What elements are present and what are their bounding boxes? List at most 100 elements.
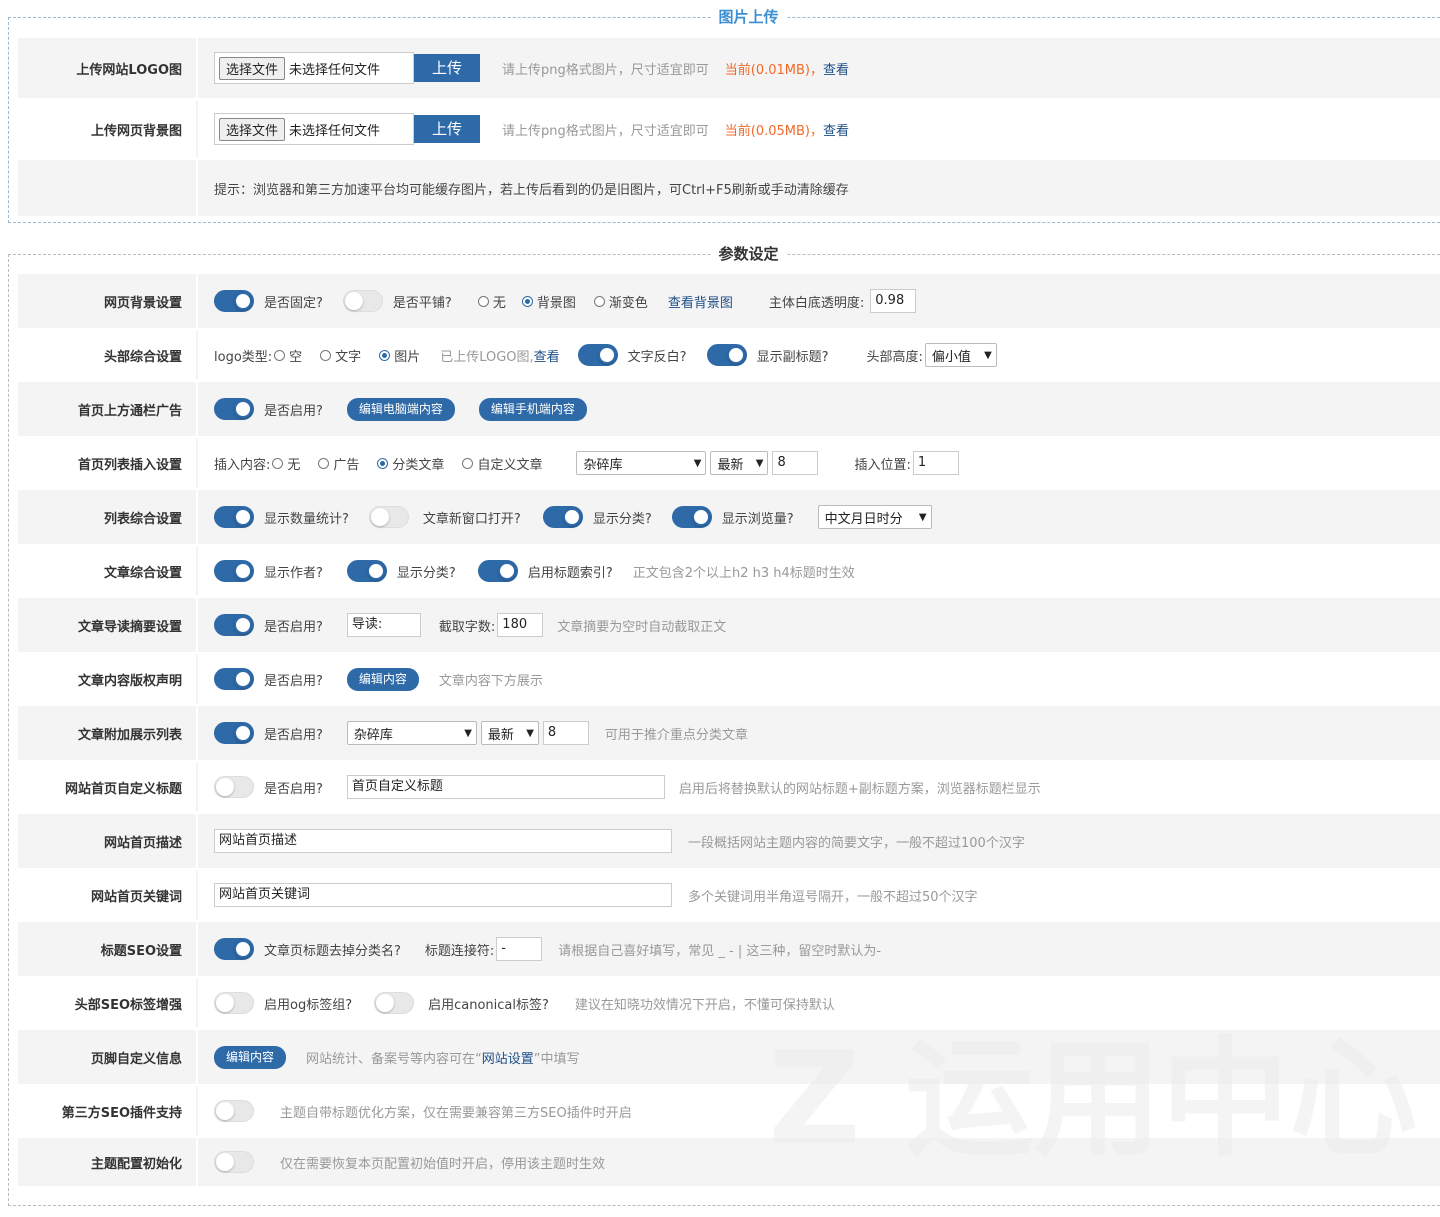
upload-table: 上传网站LOGO图 选择文件 未选择任何文件 上传 请上传png格式图片，尺寸适宜… — [18, 38, 1440, 218]
bg-view-link[interactable]: 查看 — [823, 120, 849, 139]
home-desc-input[interactable]: 网站首页描述 — [214, 829, 672, 853]
radio-insert-custom[interactable]: 自定义文章 — [462, 454, 542, 473]
enable-label: 是否启用? — [264, 673, 323, 689]
row-label: 网页背景设置 — [18, 274, 198, 328]
no-file-text: 未选择任何文件 — [289, 123, 381, 139]
enable-label: 是否启用? — [264, 619, 323, 635]
tile-toggle[interactable] — [342, 290, 383, 312]
radio-insert-category[interactable]: 分类文章 — [377, 454, 444, 473]
home-title-toggle[interactable] — [214, 776, 254, 798]
row-label: 头部SEO标签增强 — [18, 978, 198, 1028]
upload-bg-row: 上传网页背景图 选择文件 未选择任何文件 上传 请上传png格式图片，尺寸适宜即可… — [18, 100, 1440, 160]
row-reset: 主题配置初始化 仅在需要恢复本页配置初始值时开启，停用该主题时生效 — [18, 1138, 1440, 1188]
logo-file-input[interactable]: 选择文件 未选择任何文件 — [214, 52, 414, 84]
row-label: 列表综合设置 — [18, 490, 198, 544]
home-keywords-hint: 多个关键词用半角逗号隔开，一般不超过50个汉字 — [688, 889, 978, 905]
header-height-select[interactable]: 偏小值 ▼ — [924, 343, 997, 367]
home-desc-hint: 一段概括网站主题内容的简要文字，一般不超过100个汉字 — [688, 835, 1025, 851]
author-toggle[interactable] — [214, 560, 254, 582]
list-cat-label: 显示分类? — [592, 511, 652, 527]
extra-hint: 可用于推介重点分类文章 — [604, 727, 748, 743]
home-keywords-input[interactable]: 网站首页关键词 — [214, 883, 672, 907]
subtitle-toggle[interactable] — [706, 344, 747, 366]
copyright-toggle[interactable] — [214, 668, 254, 690]
og-label: 启用og标签组? — [264, 997, 353, 1013]
opacity-input[interactable]: 0.98 — [870, 289, 917, 313]
separator-input[interactable]: - — [496, 937, 543, 961]
toc-label: 启用标题索引? — [527, 565, 613, 581]
copyright-hint: 文章内容下方展示 — [438, 673, 543, 689]
subtitle-label: 显示副标题? — [756, 349, 829, 365]
article-cat-toggle[interactable] — [346, 560, 387, 582]
home-title-input[interactable]: 首页自定义标题 — [346, 775, 665, 799]
enable-label: 是否启用? — [264, 403, 323, 419]
list-cat-toggle[interactable] — [542, 506, 583, 528]
radio-insert-none[interactable]: 无 — [272, 454, 300, 473]
row-label: 首页上方通栏广告 — [18, 382, 198, 436]
top-ad-toggle[interactable] — [214, 398, 254, 420]
radio-insert-ad[interactable]: 广告 — [318, 454, 359, 473]
row-label: 第三方SEO插件支持 — [18, 1086, 198, 1136]
fixed-toggle[interactable] — [214, 290, 254, 312]
bg-file-input[interactable]: 选择文件 未选择任何文件 — [214, 113, 414, 145]
logo-upload-button[interactable]: 上传 — [414, 54, 480, 82]
edit-footer-button[interactable]: 编辑内容 — [214, 1045, 287, 1069]
summary-toggle[interactable] — [214, 614, 254, 636]
view-bg-link[interactable]: 查看背景图 — [668, 292, 733, 311]
footer-hint-end: ”中填写 — [533, 1051, 580, 1067]
row-list-settings: 列表综合设置 显示数量统计? 文章新窗口打开? 显示分类? 显示浏览量? 中文月… — [18, 490, 1440, 546]
strip-cat-toggle[interactable] — [214, 938, 254, 960]
radio-logo-image[interactable]: 图片 — [379, 346, 420, 365]
extra-order-select[interactable]: 最新 ▼ — [480, 721, 539, 745]
insert-pos-input[interactable]: 1 — [912, 451, 959, 475]
views-toggle[interactable] — [671, 506, 712, 528]
reset-toggle[interactable] — [214, 1151, 254, 1173]
invert-toggle[interactable] — [577, 344, 618, 366]
edit-pc-button[interactable]: 编辑电脑端内容 — [346, 397, 455, 421]
home-title-hint: 启用后将替换默认的网站标题+副标题方案，浏览器标题栏显示 — [678, 781, 1041, 797]
insert-order-select[interactable]: 最新 ▼ — [710, 451, 769, 475]
row-article-settings: 文章综合设置 显示作者? 显示分类? 启用标题索引? 正文包含2个以上h2 h3… — [18, 546, 1440, 598]
invert-label: 文字反白? — [627, 349, 687, 365]
og-toggle[interactable] — [214, 992, 254, 1014]
strip-cat-label: 文章页标题去掉分类名? — [264, 943, 401, 959]
stats-label: 显示数量统计? — [264, 511, 349, 527]
radio-none[interactable]: 无 — [477, 292, 506, 311]
date-format-select[interactable]: 中文月日时分 ▼ — [817, 505, 932, 529]
row-footer-info: 页脚自定义信息 编辑内容 网站统计、备案号等内容可在“ 网站设置 ”中填写 — [18, 1030, 1440, 1086]
insert-category-select[interactable]: 杂碎库 ▼ — [576, 451, 707, 475]
radio-bg-image[interactable]: 背景图 — [521, 292, 576, 311]
radio-logo-text[interactable]: 文字 — [320, 346, 361, 365]
choose-file-button[interactable]: 选择文件 — [219, 56, 286, 80]
stats-toggle[interactable] — [214, 506, 254, 528]
params-fieldset: 参数设定 网页背景设置 是否固定? 是否平铺? 无 背景图 渐变色 查看背景图 … — [8, 244, 1440, 1206]
row-copyright: 文章内容版权声明 是否启用? 编辑内容 文章内容下方展示 — [18, 654, 1440, 706]
view-logo-link[interactable]: 查看 — [534, 346, 560, 365]
row-label: 页脚自定义信息 — [18, 1030, 198, 1084]
row-title-seo: 标题SEO设置 文章页标题去掉分类名? 标题连接符: - 请根据自己喜好填写，常… — [18, 922, 1440, 978]
seo-plugin-toggle[interactable] — [214, 1100, 254, 1122]
radio-gradient[interactable]: 渐变色 — [593, 292, 648, 311]
length-input[interactable]: 180 — [497, 613, 544, 637]
bg-upload-button[interactable]: 上传 — [414, 115, 480, 143]
edit-copyright-button[interactable]: 编辑内容 — [346, 667, 419, 691]
edit-mobile-button[interactable]: 编辑手机端内容 — [478, 397, 587, 421]
canonical-toggle[interactable] — [374, 992, 415, 1014]
lead-input[interactable]: 导读: — [346, 613, 421, 637]
tile-label: 是否平铺? — [392, 295, 452, 311]
extra-category-select[interactable]: 杂碎库 ▼ — [346, 721, 477, 745]
extra-list-toggle[interactable] — [214, 722, 254, 744]
row-label: 网站首页描述 — [18, 814, 198, 868]
new-window-toggle[interactable] — [368, 506, 409, 528]
row-label: 上传网站LOGO图 — [18, 38, 198, 98]
row-label: 主题配置初始化 — [18, 1138, 198, 1186]
radio-logo-empty[interactable]: 空 — [274, 346, 302, 365]
choose-file-button[interactable]: 选择文件 — [219, 117, 286, 141]
site-settings-link[interactable]: 网站设置 — [482, 1048, 534, 1067]
toc-toggle[interactable] — [477, 560, 518, 582]
extra-count-input[interactable]: 8 — [542, 721, 589, 745]
logo-view-link[interactable]: 查看 — [823, 59, 849, 78]
logo-current-size: 当前(0.01MB)， — [724, 62, 823, 78]
new-window-label: 文章新窗口打开? — [422, 511, 521, 527]
insert-count-input[interactable]: 8 — [772, 451, 819, 475]
